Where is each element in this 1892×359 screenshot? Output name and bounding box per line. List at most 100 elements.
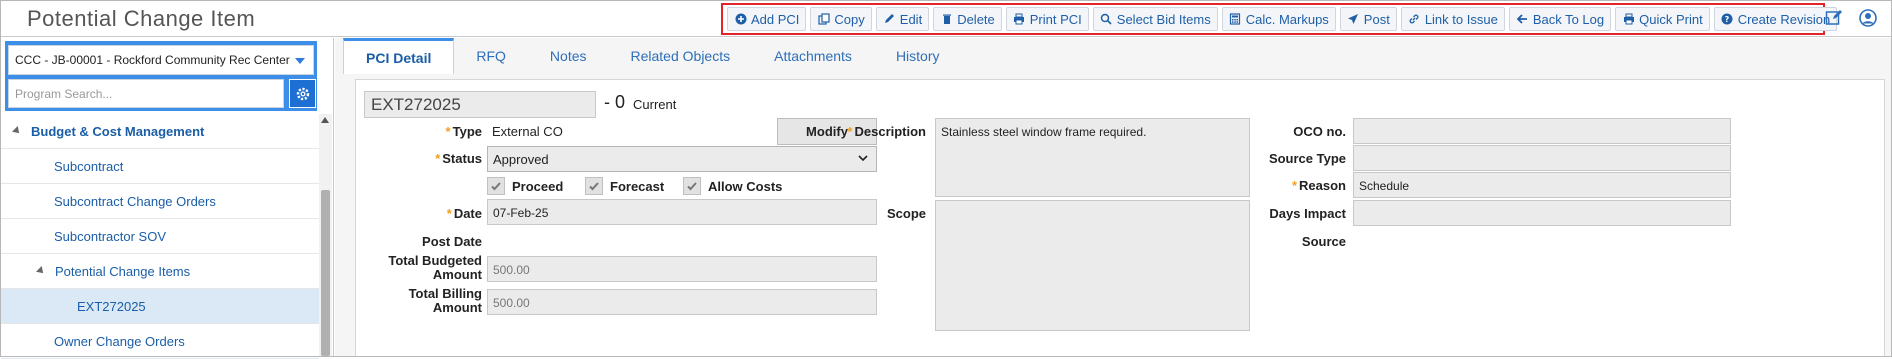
edit-button[interactable]: Edit <box>875 7 930 31</box>
checkmark-icon <box>487 177 505 195</box>
status-select[interactable]: Approved <box>487 146 877 172</box>
tab-notes[interactable]: Notes <box>528 38 609 74</box>
select-bid-items-button[interactable]: Select Bid Items <box>1092 7 1218 31</box>
total-budgeted-field: 500.00 <box>487 256 877 282</box>
scroll-thumb[interactable] <box>321 190 330 356</box>
sidebar: CCC - JB-00001 - Rockford Community Rec … <box>1 38 334 359</box>
printer-icon <box>1622 13 1635 26</box>
back-to-log-button[interactable]: Back To Log <box>1508 7 1612 31</box>
tree-item-subcontract[interactable]: Subcontract <box>1 149 319 184</box>
add-pci-button[interactable]: Add PCI <box>727 7 807 31</box>
post-label: Post <box>1363 11 1390 27</box>
scope-field[interactable] <box>935 200 1250 331</box>
tree-item-subcontract-change-orders[interactable]: Subcontract Change Orders <box>1 184 319 219</box>
gear-icon <box>296 87 309 100</box>
trash-icon <box>940 13 953 26</box>
required-star-icon: * <box>847 124 853 139</box>
calculator-icon <box>1229 13 1242 26</box>
required-star-icon: * <box>446 206 452 221</box>
source-label: Source <box>1301 234 1346 249</box>
expand-triangle-icon[interactable] <box>36 266 46 276</box>
days-impact-field[interactable] <box>1353 200 1731 226</box>
post-date-label: Post Date <box>422 234 482 249</box>
tab-attachments[interactable]: Attachments <box>752 38 874 74</box>
sidebar-scrollbar[interactable] <box>319 114 332 356</box>
header-icons <box>1825 9 1877 30</box>
create-revision-label: Create Revision <box>1737 11 1831 27</box>
status-select-value: Approved <box>493 152 549 167</box>
oco-number-field[interactable] <box>1353 118 1731 144</box>
proceed-label: Proceed <box>512 178 564 194</box>
type-value: External CO <box>492 124 563 139</box>
revision-number: - 0 <box>604 92 626 112</box>
days-impact-label: Days Impact <box>1269 206 1346 221</box>
copy-button[interactable]: Copy <box>810 7 872 31</box>
required-star-icon: * <box>445 124 451 139</box>
create-revision-button[interactable]: ? Create Revision <box>1713 7 1838 31</box>
link-icon <box>1408 13 1421 26</box>
tree-item-label: Subcontract <box>54 158 124 174</box>
type-label: * Type <box>445 124 482 139</box>
total-budgeted-label: Total Budgeted Amount <box>388 253 482 282</box>
action-toolbar: Add PCI Copy Edit Delete Print PCI Selec… <box>721 3 1838 35</box>
pci-number-field[interactable]: EXT272025 <box>364 91 596 118</box>
select-bid-items-label: Select Bid Items <box>1116 11 1211 27</box>
quick-print-button[interactable]: Quick Print <box>1615 7 1710 31</box>
title-bar: Potential Change Item Add PCI Copy Edit … <box>1 1 1891 37</box>
tree-item-ext272025[interactable]: EXT272025 <box>1 289 319 324</box>
scope-label: Scope <box>886 206 926 221</box>
forecast-checkbox[interactable]: Forecast <box>585 177 664 195</box>
description-field[interactable]: Stainless steel window frame required. <box>935 118 1250 197</box>
tree-item-owner-change-orders[interactable]: Owner Change Orders <box>1 324 319 359</box>
caret-down-icon <box>295 58 305 64</box>
pci-detail-panel: EXT272025 - 0 Current * Type External CO … <box>355 79 1885 356</box>
checkmark-icon <box>585 177 603 195</box>
post-button[interactable]: Post <box>1339 7 1397 31</box>
program-search-input[interactable]: Program Search... <box>8 79 284 108</box>
tree-item-subcontractor-sov[interactable]: Subcontractor SOV <box>1 219 319 254</box>
edit-page-icon[interactable] <box>1825 9 1843 30</box>
tree-item-potential-change-items[interactable]: Potential Change Items <box>1 254 319 289</box>
app-window: Potential Change Item Add PCI Copy Edit … <box>0 0 1892 359</box>
source-type-field[interactable] <box>1353 145 1731 171</box>
total-billing-label: Total Billing Amount <box>408 286 482 315</box>
required-star-icon: * <box>1291 178 1298 193</box>
calc-markups-button[interactable]: Calc. Markups <box>1221 7 1336 31</box>
forecast-label: Forecast <box>610 178 665 194</box>
pencil-icon <box>883 13 896 26</box>
description-label: * Description <box>847 124 926 139</box>
expand-triangle-icon[interactable] <box>12 126 22 136</box>
copy-icon <box>817 13 830 26</box>
proceed-checkbox[interactable]: Proceed <box>487 177 563 195</box>
project-dropdown-value: CCC - JB-00001 - Rockford Community Rec … <box>15 53 290 67</box>
delete-button[interactable]: Delete <box>933 7 1002 31</box>
reason-field[interactable]: Schedule <box>1353 172 1731 198</box>
reason-label: * Reason <box>1291 178 1346 193</box>
tree-item-label: Owner Change Orders <box>54 333 185 349</box>
project-dropdown[interactable]: CCC - JB-00001 - Rockford Community Rec … <box>8 45 314 75</box>
add-pci-label: Add PCI <box>751 11 800 27</box>
print-pci-label: Print PCI <box>1029 11 1082 27</box>
chevron-down-icon <box>858 155 868 162</box>
oco-number-label: OCO no. <box>1293 124 1346 139</box>
tree-item-label: Subcontract Change Orders <box>54 193 216 209</box>
tab-rfq[interactable]: RFQ <box>454 38 528 74</box>
allow-costs-label: Allow Costs <box>708 178 783 194</box>
print-pci-button[interactable]: Print PCI <box>1005 7 1089 31</box>
revision-status: Current <box>633 97 677 112</box>
tab-related-objects[interactable]: Related Objects <box>609 38 753 74</box>
printer-icon <box>1013 13 1026 26</box>
checkmark-icon <box>683 177 701 195</box>
settings-button[interactable] <box>289 79 316 108</box>
tab-pci-detail[interactable]: PCI Detail <box>343 38 455 74</box>
main-content: PCI Detail RFQ Notes Related Objects Att… <box>335 38 1891 356</box>
link-to-issue-button[interactable]: Link to Issue <box>1400 7 1505 31</box>
tab-history[interactable]: History <box>874 38 962 74</box>
scroll-up-arrow-icon[interactable] <box>321 117 329 123</box>
user-profile-icon[interactable] <box>1859 9 1877 30</box>
delete-label: Delete <box>957 11 995 27</box>
tree-group-budget-cost[interactable]: Budget & Cost Management <box>1 114 319 149</box>
edit-label: Edit <box>899 11 923 27</box>
allow-costs-checkbox[interactable]: Allow Costs <box>683 177 782 195</box>
calc-markups-label: Calc. Markups <box>1245 11 1329 27</box>
